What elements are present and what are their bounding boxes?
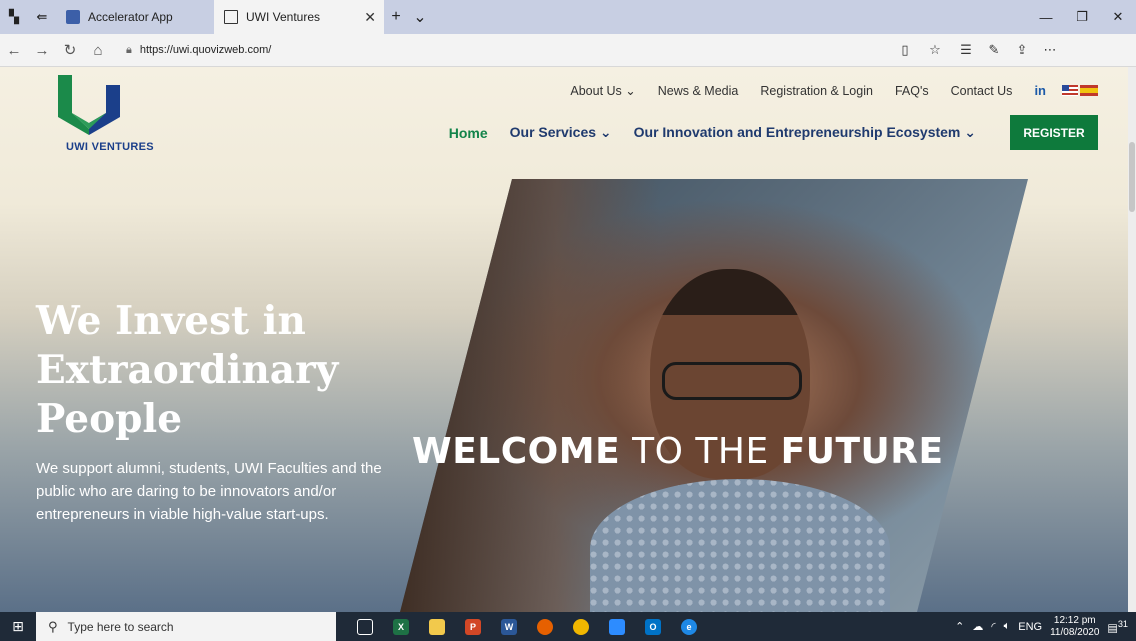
chrome-icon[interactable] [566, 612, 596, 641]
us-flag-icon[interactable] [1062, 85, 1078, 96]
welcome-middle: TO THE [632, 431, 769, 472]
hero-title: We Invest in Extraordinary People [36, 297, 396, 444]
main-navigation: Home Our Services ⌄ Our Innovation and E… [449, 115, 1098, 150]
notification-count: 31 [1117, 618, 1128, 629]
nav-about-us[interactable]: About Us ⌄ [570, 83, 635, 98]
hero-photo-glasses [662, 362, 802, 400]
nav-faqs[interactable]: FAQ's [895, 84, 929, 98]
word-icon[interactable]: W [494, 612, 524, 641]
tab-uwi-ventures[interactable]: UWI Ventures ✕ [214, 0, 384, 34]
url-field[interactable]: 🔒︎ https://uwi.quovizweb.com/ ▯ ☆ [126, 37, 952, 63]
uwi-ventures-logo[interactable]: UWI VENTURES [54, 73, 154, 153]
nav-contact-us[interactable]: Contact Us [951, 84, 1013, 98]
firefox-icon[interactable] [530, 612, 560, 641]
onedrive-icon[interactable]: ☁ [972, 620, 983, 633]
hero-title-line: People [36, 396, 183, 442]
windows-taskbar: ⊞ ⚲ Type here to search X P W O e ⌃ ☁ ◜ … [0, 612, 1136, 641]
zoom-icon[interactable] [602, 612, 632, 641]
language-indicator[interactable]: ENG [1018, 621, 1042, 633]
chevron-down-icon: ⌄ [625, 84, 636, 98]
task-view-icon[interactable] [350, 612, 380, 641]
home-icon[interactable]: ⌂ [84, 34, 112, 67]
close-window-button[interactable]: ✕ [1100, 0, 1136, 34]
accelerator-favicon-icon [66, 10, 80, 24]
clock-date: 11/08/2020 [1050, 626, 1100, 638]
welcome-word: WELCOME [412, 431, 621, 472]
notes-pen-icon[interactable]: ✎ [980, 42, 1008, 58]
favorite-star-icon[interactable]: ☆ [924, 42, 946, 58]
hero-photo [400, 179, 1028, 612]
minimize-button[interactable]: — [1028, 0, 1064, 34]
close-tab-icon[interactable]: ✕ [364, 9, 376, 26]
address-bar: ← → ↻ ⌂ 🔒︎ https://uwi.quovizweb.com/ ▯ … [0, 34, 1136, 67]
welcome-heading: WELCOME TO THE FUTURE [412, 431, 944, 472]
search-placeholder: Type here to search [67, 619, 174, 634]
nav-label: About Us [570, 84, 622, 98]
hero-subtitle: We support alumni, students, UWI Faculti… [36, 460, 382, 523]
hero-title-line: Extraordinary [36, 347, 339, 393]
nav-home[interactable]: Home [449, 125, 488, 141]
nav-news-media[interactable]: News & Media [658, 84, 739, 98]
nav-ecosystem[interactable]: Our Innovation and Entrepreneurship Ecos… [634, 124, 976, 141]
clock[interactable]: 12:12 pm 11/08/2020 [1050, 615, 1099, 639]
chevron-down-icon: ⌄ [964, 124, 976, 140]
url-text: https://uwi.quovizweb.com/ [139, 44, 272, 56]
logo-text: UWI VENTURES [66, 141, 154, 153]
lock-icon: 🔒︎ [126, 43, 132, 56]
nav-label: Our Innovation and Entrepreneurship Ecos… [633, 124, 961, 140]
web-page: UWI VENTURES About Us ⌄ News & Media Reg… [0, 67, 1128, 612]
nav-registration-login[interactable]: Registration & Login [760, 84, 873, 98]
reading-view-icon[interactable]: ▯ [894, 42, 916, 58]
favorites-icon[interactable]: ☰ [952, 42, 980, 58]
tab-actions-icon[interactable]: ▚ [0, 0, 28, 34]
tab-title: Accelerator App [88, 10, 173, 24]
page-favicon-icon [224, 10, 238, 24]
wifi-icon[interactable]: ◜ [991, 620, 995, 633]
excel-icon[interactable]: X [386, 612, 416, 641]
set-aside-tabs-icon[interactable]: ⇚ [28, 0, 56, 34]
more-menu-icon[interactable]: ⋯ [1036, 42, 1064, 58]
tab-accelerator-app[interactable]: Accelerator App [56, 0, 214, 34]
powerpoint-icon[interactable]: P [458, 612, 488, 641]
welcome-word: FUTURE [780, 431, 944, 472]
file-explorer-icon[interactable] [422, 612, 452, 641]
volume-icon[interactable]: 🔈︎ [1004, 620, 1011, 633]
windows-start-icon[interactable]: ⊞ [0, 612, 36, 641]
scrollbar-thumb[interactable] [1129, 142, 1135, 212]
outlook-icon[interactable]: O [638, 612, 668, 641]
browser-tab-bar: ▚ ⇚ Accelerator App UWI Ventures ✕ + ⌄ —… [0, 0, 1136, 34]
restore-button[interactable]: ❐ [1064, 0, 1100, 34]
nav-label: Our Services [509, 124, 597, 140]
search-icon: ⚲ [48, 618, 58, 634]
forward-icon[interactable]: → [28, 34, 56, 67]
hero-title-line: We Invest in [36, 298, 306, 344]
spanish-flag-icon[interactable] [1080, 85, 1098, 96]
refresh-icon[interactable]: ↻ [56, 34, 84, 67]
clock-time: 12:12 pm [1053, 614, 1096, 626]
tab-title: UWI Ventures [246, 10, 321, 24]
new-tab-button[interactable]: + [384, 8, 408, 26]
page-scrollbar[interactable] [1128, 67, 1136, 612]
share-icon[interactable]: ⇪ [1008, 42, 1036, 58]
top-navigation: About Us ⌄ News & Media Registration & L… [570, 83, 1098, 98]
chevron-down-icon: ⌄ [599, 124, 612, 140]
hero-photo-shirt [590, 479, 890, 612]
system-tray: ⌃ ☁ ◜ 🔈︎ ENG 12:12 pm 11/08/2020 ▤31 [955, 615, 1136, 639]
register-button[interactable]: REGISTER [1010, 115, 1098, 150]
notifications-icon[interactable]: ▤31 [1107, 619, 1128, 635]
back-icon[interactable]: ← [0, 34, 28, 67]
taskbar-search[interactable]: ⚲ Type here to search [36, 612, 336, 641]
tray-chevron-up-icon[interactable]: ⌃ [955, 620, 964, 633]
nav-our-services[interactable]: Our Services ⌄ [510, 124, 612, 141]
edge-icon[interactable]: e [674, 612, 704, 641]
tab-list-chevron-icon[interactable]: ⌄ [408, 7, 432, 27]
linkedin-icon[interactable]: in [1034, 83, 1046, 98]
logo-v-icon [58, 75, 120, 135]
